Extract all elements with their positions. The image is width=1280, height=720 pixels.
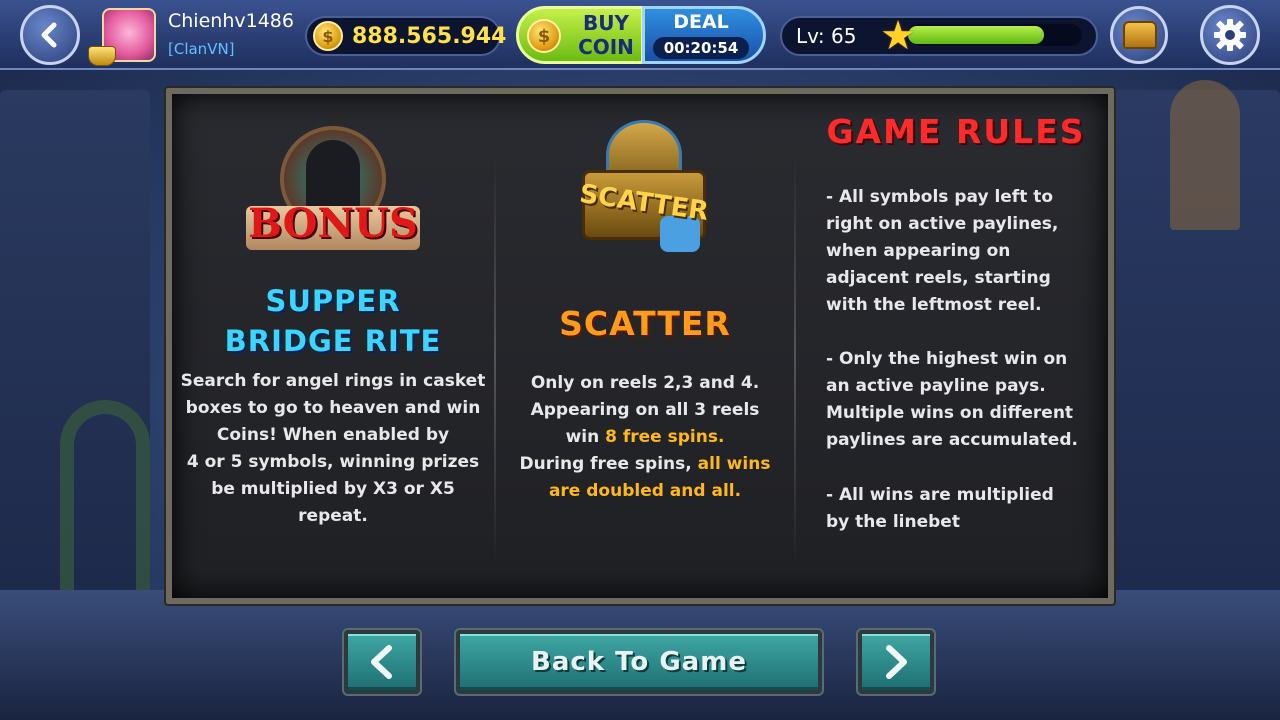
scatter-description-line: Only on reels 2,3 and 4. — [530, 373, 760, 393]
username: Chienhv1486 — [168, 10, 294, 32]
buy-coin-label-line2: COIN — [578, 35, 634, 59]
treasure-chest-icon — [1123, 21, 1157, 49]
back-to-game-button[interactable]: Back To Game — [454, 628, 824, 696]
coin-icon: $ — [313, 21, 343, 51]
rules-column: GAME RULES - All symbols pay left to rig… — [796, 94, 1116, 598]
top-bar: Chienhv1486 [ClanVN] $ 888.565.944 $ BUY… — [0, 0, 1280, 70]
chevron-right-icon — [886, 645, 907, 679]
treasure-chest-button[interactable] — [1110, 6, 1168, 64]
back-arrow-icon — [41, 22, 57, 48]
bonus-title-line1: SUPPER — [265, 284, 401, 318]
back-button[interactable] — [20, 5, 80, 65]
rank-badge-icon — [88, 46, 116, 66]
scatter-text: win — [565, 427, 606, 447]
scatter-symbol: SCATTER — [574, 120, 714, 270]
scatter-description: Only on reels 2,3 and 4. Appearing on al… — [496, 370, 794, 505]
rule-line: right on active paylines, — [826, 214, 1059, 234]
star-icon: ★ — [880, 13, 916, 59]
scatter-title: SCATTER — [559, 304, 731, 343]
rules-title: GAME RULES — [826, 112, 1086, 151]
coin-balance-value: 888.565.944 — [352, 24, 507, 49]
scatter-column: SCATTER SCATTER Only on reels 2,3 and 4.… — [496, 94, 794, 598]
back-to-game-label: Back To Game — [531, 647, 747, 677]
level-text: Lv: 65 — [796, 24, 857, 48]
settings-button[interactable] — [1200, 5, 1260, 65]
bonus-column: BONUS SUPPER BRIDGE RITE Search for ange… — [172, 94, 494, 598]
bonus-title-line2: BRIDGE RITE — [224, 324, 442, 358]
scatter-highlight: all wins — [697, 454, 771, 474]
rule-linebet: - All wins are multiplied by the linebet — [826, 482, 1116, 536]
deal-timer: 00:20:54 — [653, 37, 749, 59]
rule-line: - All symbols pay left to — [826, 187, 1054, 207]
rule-line: an active payline pays. — [826, 376, 1046, 396]
rule-line: when appearing on — [826, 241, 1011, 261]
next-page-button[interactable] — [856, 628, 936, 696]
scatter-description-line: win 8 free spins. — [496, 424, 794, 451]
bonus-description-line: Search for angel rings in casket — [180, 371, 486, 391]
buy-coin-label: BUY COIN — [573, 11, 639, 59]
rule-line: Multiple wins on different — [826, 403, 1074, 423]
rule-line: by the linebet — [826, 512, 960, 532]
avatar[interactable] — [88, 8, 156, 66]
rule-line: - All wins are multiplied — [826, 485, 1054, 505]
bonus-description-line: be multiplied by X3 or X5 — [211, 479, 455, 499]
scatter-description-line: are doubled and all. — [496, 478, 794, 505]
bonus-description: Search for angel rings in casket boxes t… — [178, 368, 488, 530]
bonus-symbol: BONUS — [240, 126, 426, 266]
scatter-text: During free spins, — [519, 454, 698, 474]
coin-icon: $ — [527, 19, 561, 53]
scatter-description-line: Appearing on all 3 reels — [530, 400, 760, 420]
deal-title: DEAL — [673, 11, 729, 33]
xp-progress-fill — [908, 26, 1044, 44]
rule-line: - Only the highest win on — [826, 349, 1068, 369]
buy-coin-label-line1: BUY — [583, 11, 629, 35]
bonus-description-line: Coins! When enabled by — [216, 425, 450, 445]
previous-page-button[interactable] — [342, 628, 422, 696]
chevron-left-icon — [371, 645, 392, 679]
gear-icon — [1214, 19, 1246, 51]
xp-progress-track — [908, 24, 1082, 46]
rule-line: with the leftmost reel. — [826, 295, 1042, 315]
scatter-description-line: During free spins, all wins — [496, 451, 794, 478]
deal-button[interactable]: DEAL 00:20:54 — [642, 6, 766, 64]
bonus-symbol-text: BONUS — [248, 200, 418, 247]
bonus-description-line: repeat. — [298, 506, 368, 526]
bonus-description-line: 4 or 5 symbols, winning prizes — [186, 452, 480, 472]
buy-coin-button[interactable]: $ BUY COIN — [516, 6, 644, 64]
scatter-highlight: 8 free spins. — [605, 427, 725, 447]
rule-line: adjacent reels, starting — [826, 268, 1051, 288]
rule-highest-win: - Only the highest win on an active payl… — [826, 346, 1116, 454]
background-arch — [60, 400, 150, 600]
scatter-highlight: are doubled and all. — [548, 481, 742, 501]
paytable-panel: BONUS SUPPER BRIDGE RITE Search for ange… — [164, 86, 1116, 606]
background-window — [1170, 80, 1240, 230]
bonus-description-line: boxes to go to heaven and win — [185, 398, 481, 418]
rule-paylines: - All symbols pay left to right on activ… — [826, 184, 1116, 319]
clan-name[interactable]: [ClanVN] — [168, 40, 235, 58]
coin-balance: $ 888.565.944 — [305, 16, 506, 56]
rule-line: paylines are accumulated. — [826, 430, 1078, 450]
